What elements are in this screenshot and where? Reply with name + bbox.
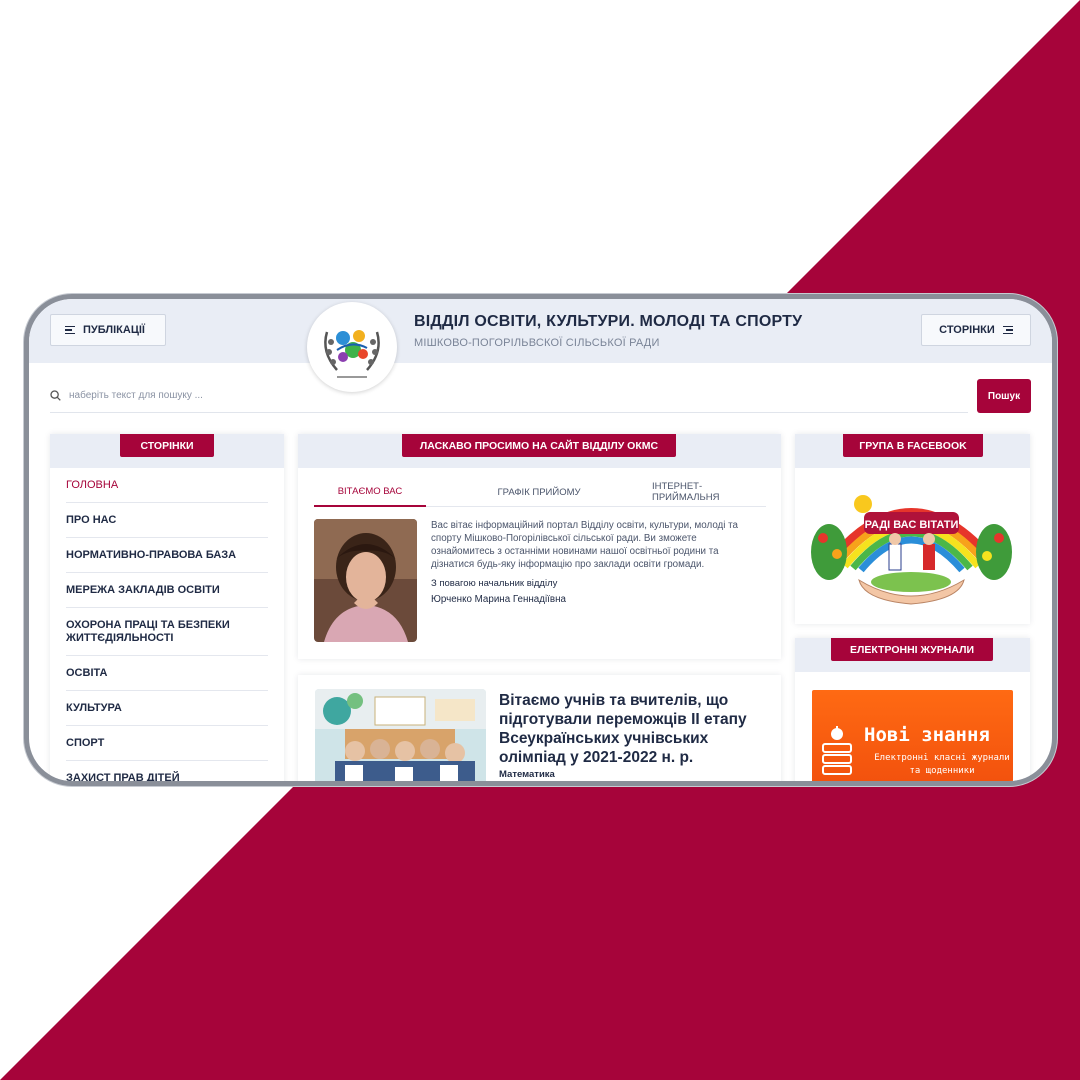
site-title: ВІДДІЛ ОСВІТИ, КУЛЬТУРИ. МОЛОДІ ТА СПОРТ… <box>414 313 803 330</box>
facebook-title: ГРУПА В FACEBOOK <box>843 434 983 457</box>
facebook-image-text: РАДІ ВАС ВІТАТИ <box>865 519 959 531</box>
site-header: ПУБЛІКАЦІЇ ВІДДІЛ ОСВІТИ, КУЛЬТУРИ. МОЛО… <box>29 299 1052 392</box>
sidebar-item-legal-base[interactable]: НОРМАТИВНО-ПРАВОВА БАЗА <box>66 538 268 573</box>
sidebar-item-network[interactable]: МЕРЕЖА ЗАКЛАДІВ ОСВІТИ <box>66 573 268 608</box>
news-card[interactable]: Вітаємо учнів та вчителів, що підготувал… <box>298 675 781 781</box>
search-input[interactable] <box>69 390 929 401</box>
welcome-title: ЛАСКАВО ПРОСИМО НА САЙТ ВІДДІЛУ ОКМС <box>402 434 676 457</box>
sidebar-item-home[interactable]: ГОЛОВНА <box>66 468 268 503</box>
sidebar-item-education[interactable]: ОСВІТА <box>66 656 268 691</box>
menu-lines-icon <box>65 325 75 335</box>
welcome-panel-header: ЛАСКАВО ПРОСИМО НА САЙТ ВІДДІЛУ ОКМС <box>298 434 781 468</box>
sidebar-panel-header: СТОРІНКИ <box>50 434 284 468</box>
sidebar-item-labor-safety[interactable]: ОХОРОНА ПРАЦІ ТА БЕЗПЕКИ ЖИТТЄДІЯЛЬНОСТІ <box>66 608 268 656</box>
electronic-journals-panel: ЕЛЕКТРОННІ ЖУРНАЛИ Нові знання Електронн… <box>795 638 1030 781</box>
welcome-panel: ЛАСКАВО ПРОСИМО НА САЙТ ВІДДІЛУ ОКМС ВІТ… <box>298 434 781 659</box>
publications-label: ПУБЛІКАЦІЇ <box>83 324 145 336</box>
sidebar-panel: СТОРІНКИ ГОЛОВНА ПРО НАС НОРМАТИВНО-ПРАВ… <box>50 434 284 781</box>
new-knowledge-banner[interactable]: Нові знання Електронні класні журнали та… <box>812 690 1013 781</box>
sidebar-item-child-rights[interactable]: ЗАХИСТ ПРАВ ДІТЕЙ <box>66 761 268 781</box>
welcome-signature: Юрченко Марина Геннадіївна <box>431 594 566 605</box>
welcome-tabs: ВІТАЄМО ВАС ГРАФІК ПРИЙОМУ ІНТЕРНЕТ-ПРИЙ… <box>314 478 766 508</box>
browser-screen: ПУБЛІКАЦІЇ ВІДДІЛ ОСВІТИ, КУЛЬТУРИ. МОЛО… <box>29 299 1052 781</box>
news-category: Математика <box>499 769 555 780</box>
news-title[interactable]: Вітаємо учнів та вчителів, що підготувал… <box>499 691 764 767</box>
sidebar-title: СТОРІНКИ <box>120 434 214 457</box>
tab-internet-reception[interactable]: ІНТЕРНЕТ-ПРИЙМАЛЬНЯ <box>652 478 766 507</box>
journals-title: ЕЛЕКТРОННІ ЖУРНАЛИ <box>831 638 993 661</box>
banner-subtitle: Електронні класні журнали та щоденники <box>874 753 1010 776</box>
apple-books-icon <box>822 726 852 775</box>
sidebar-item-sport[interactable]: СПОРТ <box>66 726 268 761</box>
pages-label: СТОРІНКИ <box>939 324 995 336</box>
facebook-group-image[interactable]: РАДІ ВАС ВІТАТИ <box>809 482 1014 612</box>
sidebar-item-culture[interactable]: КУЛЬТУРА <box>66 691 268 726</box>
sidebar-nav: ГОЛОВНА ПРО НАС НОРМАТИВНО-ПРАВОВА БАЗА … <box>66 468 268 781</box>
site-subtitle: МІШКОВО-ПОГОРІЛЬВСКОЇ СІЛЬСЬКОЇ РАДИ <box>414 337 660 349</box>
news-image[interactable] <box>315 689 486 781</box>
welcome-regards: З повагою начальник відділу <box>431 578 558 589</box>
pages-button[interactable]: СТОРІНКИ <box>921 314 1031 346</box>
search-bar: Пошук <box>50 379 1031 415</box>
device-frame: ПУБЛІКАЦІЇ ВІДДІЛ ОСВІТИ, КУЛЬТУРИ. МОЛО… <box>24 294 1057 786</box>
tab-schedule[interactable]: ГРАФІК ПРИЙОМУ <box>426 478 652 507</box>
tab-welcome[interactable]: ВІТАЄМО ВАС <box>314 478 426 507</box>
publications-button[interactable]: ПУБЛІКАЦІЇ <box>50 314 166 346</box>
facebook-panel-header: ГРУПА В FACEBOOK <box>795 434 1030 468</box>
welcome-text: Вас вітає інформаційний портал Відділу о… <box>431 520 738 570</box>
search-button[interactable]: Пошук <box>977 379 1031 413</box>
facebook-panel: ГРУПА В FACEBOOK РАДІ ВАС ВІТАТИ <box>795 434 1030 624</box>
banner-title: Нові знання <box>864 724 990 746</box>
search-icon <box>50 390 61 401</box>
search-field[interactable] <box>50 379 968 413</box>
sidebar-item-about[interactable]: ПРО НАС <box>66 503 268 538</box>
head-of-department-photo <box>314 519 417 642</box>
menu-lines-icon <box>1002 325 1013 335</box>
journals-panel-header: ЕЛЕКТРОННІ ЖУРНАЛИ <box>795 638 1030 672</box>
